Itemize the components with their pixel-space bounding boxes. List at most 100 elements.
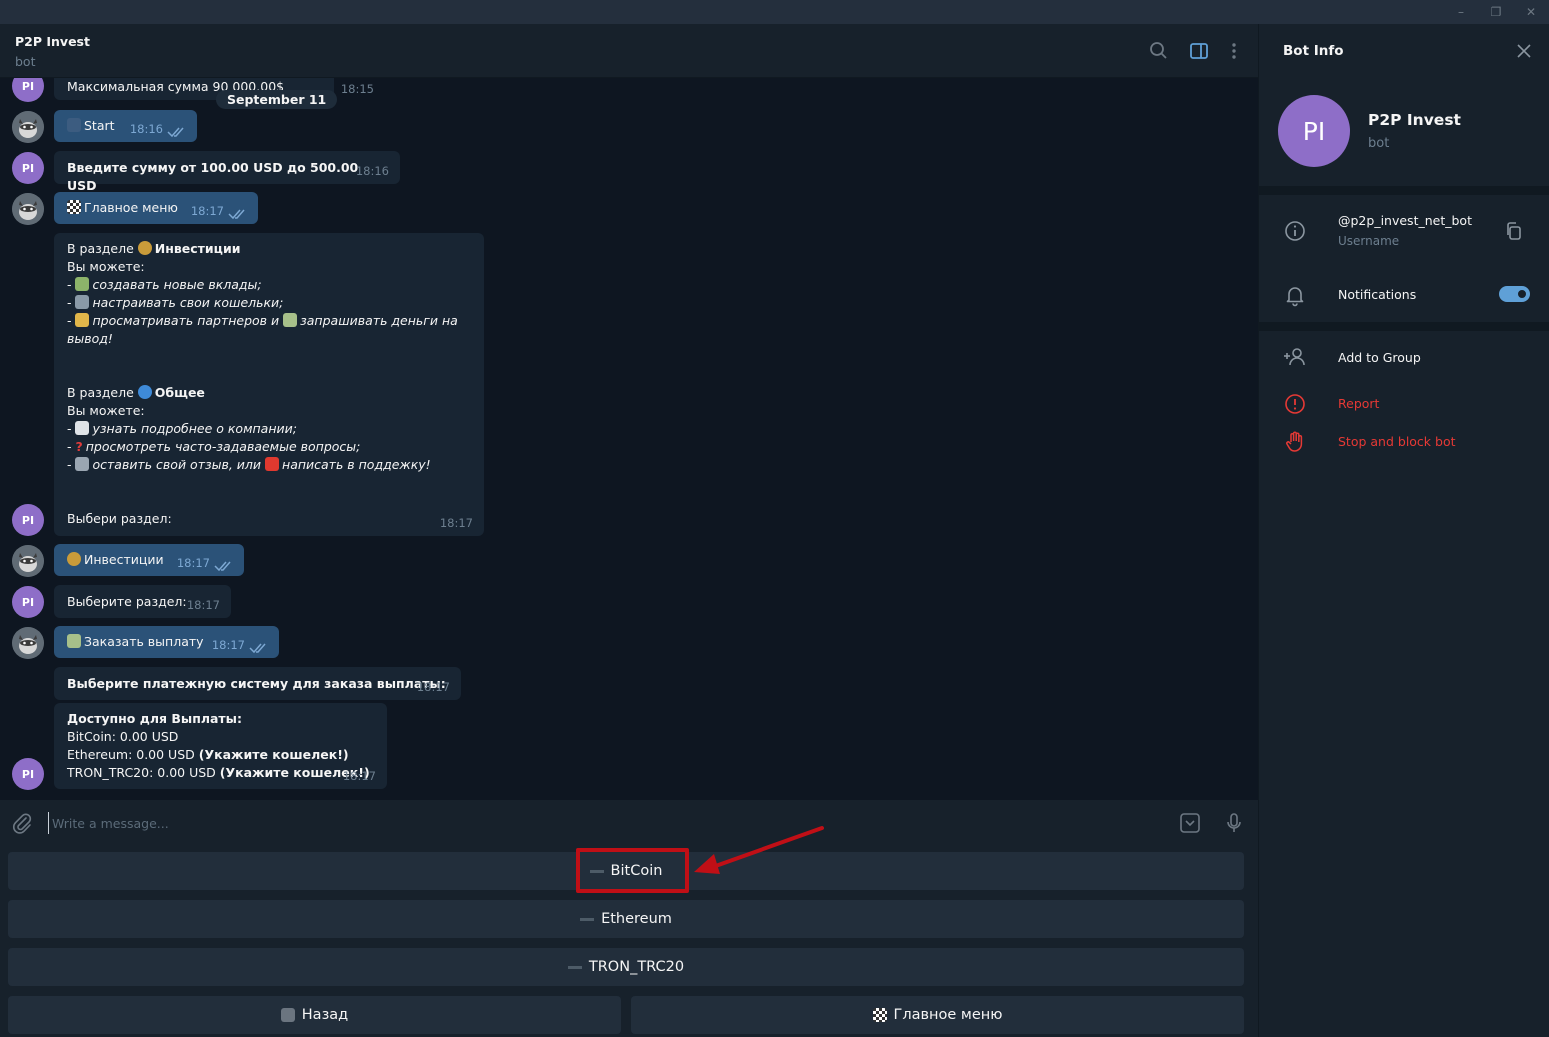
message-bubble[interactable]: Выберите платежную систему для заказа вы… xyxy=(54,667,461,700)
username-label: Username xyxy=(1338,234,1400,248)
search-icon[interactable] xyxy=(1148,40,1170,62)
sos-icon xyxy=(265,457,280,471)
read-check-icon xyxy=(249,643,266,654)
chat-title: P2P Invest xyxy=(15,34,90,49)
close-icon[interactable] xyxy=(1515,42,1533,60)
message-list[interactable]: PI Максимальная сумма 90 000.00$ 18:15 S… xyxy=(0,78,1258,800)
bot-avatar[interactable]: PI xyxy=(12,152,44,184)
more-menu-icon[interactable] xyxy=(1223,40,1245,62)
notifications-toggle[interactable] xyxy=(1499,286,1530,302)
window-titlebar: – ❐ ✕ xyxy=(0,0,1549,24)
close-window-icon[interactable]: ✕ xyxy=(1521,3,1541,21)
globe-icon xyxy=(137,385,152,399)
keyboard-button-back[interactable]: Назад xyxy=(8,996,621,1034)
chat-subtitle: bot xyxy=(15,54,36,69)
message-bubble[interactable]: Доступно для Выплаты: BitCoin: 0.00 USD … xyxy=(54,703,387,789)
message-text: Введите сумму от 100.00 USD до 500.00 US… xyxy=(67,160,359,193)
bot-avatar[interactable]: PI xyxy=(12,758,44,790)
message-time: 18:17 xyxy=(176,556,210,570)
message-line: - узнать подробнее о компании; xyxy=(67,421,297,436)
stop-and-block-button[interactable]: Stop and block bot xyxy=(1338,434,1456,449)
message-bubble-outgoing[interactable]: Инвестиции 18:17 xyxy=(54,544,244,576)
message-line: Вы можете: xyxy=(67,403,145,418)
username-value[interactable]: @p2p_invest_net_bot xyxy=(1338,213,1472,228)
people-icon xyxy=(75,313,90,327)
bot-keyboard-icon[interactable] xyxy=(1178,811,1202,835)
message-line: - просматривать партнеров и запрашивать … xyxy=(67,313,458,346)
message-input[interactable] xyxy=(48,812,1148,834)
panel-title: Bot Info xyxy=(1283,43,1344,59)
read-check-icon xyxy=(167,127,184,138)
keyboard-button-main-menu[interactable]: Главное меню xyxy=(631,996,1244,1034)
message-line: Ethereum: 0.00 USD (Укажите кошелек!) xyxy=(67,747,349,762)
message-time: 18:17 xyxy=(342,769,376,783)
chat-header[interactable]: P2P Invest bot xyxy=(0,24,1258,78)
message-time: 18:16 xyxy=(129,122,163,136)
message-line: Выбери раздел: xyxy=(67,511,172,526)
stop-hand-icon xyxy=(1283,430,1307,454)
message-line: - оставить свой отзыв, или написать в по… xyxy=(67,457,431,472)
attach-icon[interactable] xyxy=(10,811,34,835)
keyboard-button-ethereum[interactable]: Ethereum xyxy=(8,900,1244,938)
add-user-icon xyxy=(1283,345,1307,369)
divider xyxy=(1259,322,1549,331)
star-icon xyxy=(67,118,81,132)
annotation-arrow-icon xyxy=(694,826,824,874)
satellite-icon xyxy=(75,457,90,471)
minimize-icon[interactable]: – xyxy=(1451,3,1471,21)
message-line: В разделе Общее xyxy=(67,385,205,400)
message-text: Заказать выплату xyxy=(84,634,204,649)
user-avatar[interactable] xyxy=(12,193,44,225)
flying-money-icon xyxy=(283,313,298,327)
wrench-icon xyxy=(75,295,90,309)
message-time: 18:17 xyxy=(211,638,245,652)
profile-avatar[interactable]: PI xyxy=(1278,95,1350,167)
message-bubble[interactable]: Введите сумму от 100.00 USD до 500.00 US… xyxy=(54,151,400,193)
bot-info-panel: Bot Info PI P2P Invest bot @p2p_invest_n… xyxy=(1258,24,1549,1037)
info-icon xyxy=(1283,219,1307,243)
message-bubble-outgoing[interactable]: Главное меню 18:17 xyxy=(54,192,258,224)
profile-name: P2P Invest xyxy=(1368,111,1461,129)
message-line: TRON_TRC20: 0.00 USD (Укажите кошелек!) xyxy=(67,765,370,780)
message-line: Вы можете: xyxy=(67,259,145,274)
keyboard-button-tron[interactable]: TRON_TRC20 xyxy=(8,948,1244,986)
message-bubble[interactable]: Выберите раздел: 18:17 xyxy=(54,585,231,618)
report-button[interactable]: Report xyxy=(1338,396,1379,411)
notifications-label: Notifications xyxy=(1338,287,1417,302)
copy-icon[interactable] xyxy=(1502,220,1526,244)
message-text: Инвестиции xyxy=(84,552,164,567)
question-mark-icon: ? xyxy=(75,439,83,454)
document-icon xyxy=(75,421,90,435)
bot-avatar[interactable]: PI xyxy=(12,504,44,536)
user-avatar[interactable] xyxy=(12,111,44,143)
message-line: - настраивать свои кошельки; xyxy=(67,295,284,310)
message-time: 18:17 xyxy=(190,204,224,218)
money-bag-icon xyxy=(67,552,81,566)
message-bubble-outgoing[interactable]: Заказать выплату 18:17 xyxy=(54,626,279,658)
read-check-icon xyxy=(228,209,245,220)
message-line: В разделе Инвестиции xyxy=(67,241,241,256)
bot-avatar[interactable]: PI xyxy=(12,586,44,618)
checkered-flag-icon xyxy=(872,1008,887,1022)
profile-subtitle: bot xyxy=(1368,136,1390,151)
message-line: Доступно для Выплаты: xyxy=(67,711,242,726)
user-avatar[interactable] xyxy=(12,545,44,577)
message-bubble-outgoing[interactable]: Start 18:16 xyxy=(54,110,197,142)
add-to-group-button[interactable]: Add to Group xyxy=(1338,350,1421,365)
report-icon xyxy=(1283,392,1307,416)
money-bag-icon xyxy=(137,241,152,255)
message-time: 18:17 xyxy=(186,598,220,612)
user-avatar[interactable] xyxy=(12,627,44,659)
message-composer[interactable] xyxy=(0,800,1258,846)
message-text: Start xyxy=(84,118,115,133)
checkered-flag-icon xyxy=(67,200,81,214)
dash-icon xyxy=(567,965,582,969)
money-icon xyxy=(75,277,90,291)
restore-icon[interactable]: ❐ xyxy=(1486,3,1506,21)
message-bubble[interactable]: В разделе Инвестиции Вы можете: - создав… xyxy=(54,233,484,536)
bot-avatar[interactable]: PI xyxy=(12,78,44,102)
sidebar-toggle-icon[interactable] xyxy=(1188,40,1210,62)
message-time: 18:17 xyxy=(416,680,450,694)
microphone-icon[interactable] xyxy=(1222,811,1246,835)
divider xyxy=(1259,186,1549,195)
